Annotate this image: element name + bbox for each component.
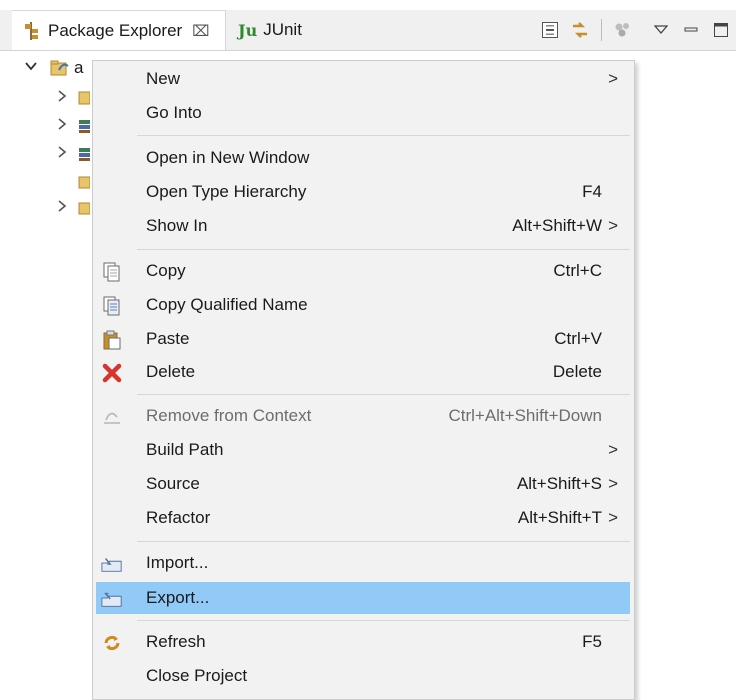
- menu-item-label: Open Type Hierarchy: [146, 182, 307, 201]
- menu-item-shortcut: Ctrl+Alt+Shift+Down: [448, 406, 602, 425]
- menu-item-open-type-hierarchy[interactable]: Open Type Hierarchy F4: [93, 176, 634, 208]
- folder-icon: [78, 199, 90, 217]
- tree-row[interactable]: [56, 86, 90, 110]
- menu-separator: [137, 541, 630, 542]
- menu-item-source[interactable]: Source Alt+Shift+S >: [93, 468, 634, 500]
- menu-item-label: New: [146, 69, 181, 88]
- view-toolbar: [535, 10, 736, 50]
- menu-item-label: Open in New Window: [146, 148, 310, 167]
- import-icon: [101, 553, 123, 575]
- menu-item-shortcut: F4: [582, 182, 602, 201]
- menu-item-label: Source: [146, 474, 200, 493]
- tree-row[interactable]: [56, 196, 90, 220]
- close-tab-icon[interactable]: ⌧: [192, 22, 209, 40]
- java-project-icon: [50, 58, 70, 78]
- menu-item-show-in[interactable]: Show In Alt+Shift+W >: [93, 210, 634, 242]
- menu-item-close-project[interactable]: Close Project: [93, 660, 634, 692]
- menu-item-shortcut: Ctrl+C: [553, 261, 602, 280]
- tab-junit-label: JUnit: [263, 20, 302, 39]
- maximize-icon[interactable]: [708, 17, 734, 43]
- menu-item-new[interactable]: New >: [93, 63, 634, 95]
- library-icon: [78, 117, 90, 135]
- menu-item-shortcut: Alt+Shift+W: [512, 216, 602, 235]
- junit-icon: Ju: [238, 20, 258, 40]
- submenu-arrow-icon: >: [608, 69, 618, 88]
- menu-separator: [137, 394, 630, 395]
- package-explorer-icon: [24, 21, 40, 40]
- menu-item-label: Copy Qualified Name: [146, 295, 308, 314]
- menu-item-refresh[interactable]: Refresh F5: [93, 626, 634, 658]
- chevron-right-icon[interactable]: [56, 144, 68, 164]
- menu-item-remove-from-context: Remove from Context Ctrl+Alt+Shift+Down: [93, 400, 634, 432]
- chevron-right-icon[interactable]: [56, 116, 68, 136]
- minimize-icon[interactable]: [678, 17, 704, 43]
- submenu-arrow-icon: >: [608, 440, 618, 459]
- menu-item-label: Remove from Context: [146, 406, 312, 425]
- submenu-arrow-icon: >: [608, 508, 618, 527]
- menu-item-open-in-new-window[interactable]: Open in New Window: [93, 142, 634, 174]
- tab-junit[interactable]: Ju JUnit: [230, 10, 302, 50]
- copy-icon: [101, 261, 123, 283]
- tab-package-explorer[interactable]: Package Explorer ⌧: [12, 10, 226, 50]
- menu-item-label: Close Project: [146, 666, 248, 685]
- paste-icon: [101, 329, 123, 351]
- remove-from-context-icon: [101, 406, 123, 428]
- filters-icon[interactable]: [610, 17, 636, 43]
- menu-item-shortcut: Ctrl+V: [554, 329, 602, 348]
- menu-item-label: Delete: [146, 362, 196, 381]
- menu-item-copy-qualified-name[interactable]: Copy Qualified Name: [93, 289, 634, 321]
- menu-item-label: Refactor: [146, 508, 211, 527]
- tree-project-label: a: [74, 58, 84, 77]
- menu-item-label: Import...: [146, 553, 209, 572]
- toolbar-separator: [601, 19, 602, 41]
- menu-separator: [137, 620, 630, 621]
- folder-icon: [78, 173, 90, 191]
- menu-item-label: Export...: [146, 588, 210, 607]
- menu-item-refactor[interactable]: Refactor Alt+Shift+T >: [93, 502, 634, 534]
- tree-row[interactable]: [56, 142, 90, 166]
- chevron-right-icon[interactable]: [56, 198, 68, 218]
- menu-item-label: Refresh: [146, 632, 206, 651]
- chevron-down-icon[interactable]: [24, 58, 38, 78]
- submenu-arrow-icon: >: [608, 474, 618, 493]
- delete-icon: [101, 362, 123, 384]
- tree-row[interactable]: [56, 114, 90, 138]
- chevron-right-icon[interactable]: [56, 88, 68, 108]
- copy-qualified-name-icon: [101, 295, 123, 317]
- refresh-icon: [101, 632, 123, 654]
- library-icon: [78, 145, 90, 163]
- menu-item-label: Copy: [146, 261, 186, 280]
- view-tab-bar: Package Explorer ⌧ Ju JUnit: [0, 10, 736, 51]
- menu-item-import[interactable]: Import...: [93, 547, 634, 579]
- link-with-editor-icon[interactable]: [567, 17, 593, 43]
- menu-item-label: Go Into: [146, 103, 202, 122]
- menu-item-copy[interactable]: Copy Ctrl+C: [93, 255, 634, 287]
- view-menu-icon[interactable]: [648, 17, 674, 43]
- menu-item-shortcut: Alt+Shift+T: [517, 508, 602, 527]
- menu-item-label: Paste: [146, 329, 190, 348]
- menu-item-build-path[interactable]: Build Path >: [93, 434, 634, 466]
- menu-item-label: Show In: [146, 216, 208, 235]
- menu-item-export[interactable]: Export...: [96, 582, 630, 614]
- menu-item-paste[interactable]: Paste Ctrl+V: [93, 323, 634, 355]
- collapse-all-icon[interactable]: [537, 17, 563, 43]
- context-menu: New > Go Into Open in New Window Open Ty…: [92, 60, 635, 700]
- menu-separator: [137, 249, 630, 250]
- menu-separator: [137, 135, 630, 136]
- menu-item-delete[interactable]: Delete Delete: [93, 356, 634, 388]
- menu-item-shortcut: Alt+Shift+S: [516, 474, 602, 493]
- submenu-arrow-icon: >: [608, 216, 618, 235]
- export-icon: [101, 588, 123, 610]
- tab-package-explorer-label: Package Explorer: [48, 20, 183, 40]
- menu-item-go-into[interactable]: Go Into: [93, 97, 634, 129]
- tree-row[interactable]: [78, 170, 90, 194]
- menu-item-shortcut: Delete: [552, 362, 602, 381]
- folder-icon: [78, 89, 90, 107]
- menu-item-shortcut: F5: [582, 632, 602, 651]
- menu-item-label: Build Path: [146, 440, 224, 459]
- tree-row-project[interactable]: a: [24, 56, 83, 80]
